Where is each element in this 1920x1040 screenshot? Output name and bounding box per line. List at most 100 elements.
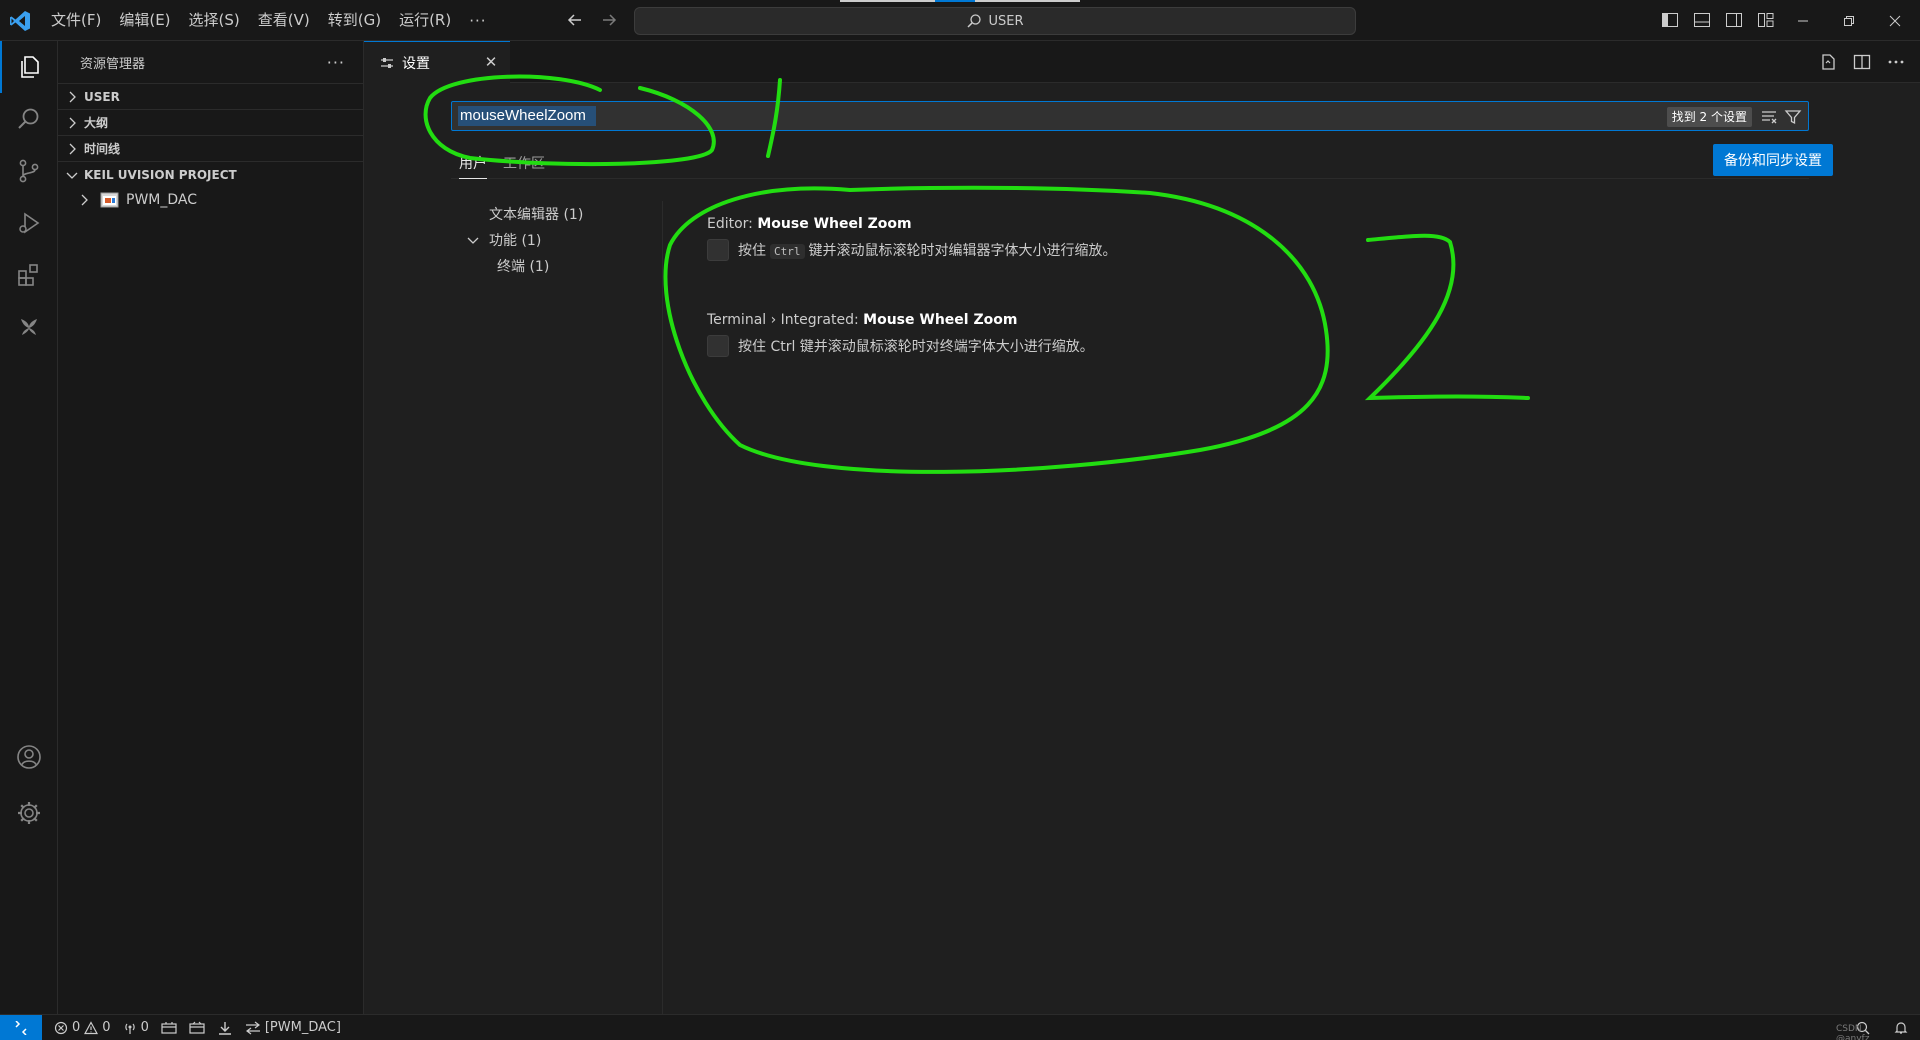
terminal-mouse-wheel-zoom-checkbox[interactable] [707,335,729,357]
tree-item-pwm-dac[interactable]: PWM_DAC [58,187,363,213]
project-target-switch[interactable]: [PWM_DAC] [245,1020,341,1035]
tab-settings-label: 设置 [402,55,430,72]
project-target-label: [PWM_DAC] [264,1020,341,1035]
editor-area: 设置 ✕ 找到 2 个设置 用户 工作区 备份和同步设置 文本编辑器 (1) 功… [364,41,1920,1014]
manage-gear-icon[interactable] [0,787,58,839]
setting-description: 按住 Ctrl 键并滚动鼠标滚轮时对终端字体大小进行缩放。 [738,339,1094,355]
toggle-secondary-sidebar-icon[interactable] [1724,10,1744,30]
ports-status[interactable]: 0 [123,1020,149,1035]
title-progress-indicator [840,0,1080,2]
editor-mouse-wheel-zoom-checkbox[interactable] [707,239,729,261]
tree-item-label: PWM_DAC [126,192,198,208]
more-actions-icon[interactable] [1886,52,1906,72]
setting-title: Editor: Mouse Wheel Zoom [707,213,1117,235]
menu-more-icon[interactable]: ··· [460,12,495,30]
setting-name: Mouse Wheel Zoom [757,216,912,232]
tab-user-scope[interactable]: 用户 [459,153,487,179]
tab-settings[interactable]: 设置 ✕ [364,41,510,83]
setting-title: Terminal › Integrated: Mouse Wheel Zoom [707,309,1094,331]
status-bar: 0 0 0 [PWM_DAC] CSDN @anyfz [0,1014,1920,1040]
extensions-icon[interactable] [0,249,58,301]
ports-count: 0 [140,1020,149,1035]
remote-indicator-icon[interactable] [0,1014,42,1040]
toc-features[interactable]: 功能 (1) [451,227,662,253]
setting-name: Mouse Wheel Zoom [863,312,1018,328]
vscode-logo-icon [10,11,30,31]
sidebar-more-icon[interactable]: ··· [327,53,345,72]
run-debug-icon[interactable] [0,197,58,249]
warning-icon [84,1020,99,1034]
search-icon [967,14,982,28]
split-editor-icon[interactable] [1852,52,1872,72]
keil-build-button[interactable] [161,1021,177,1035]
menu-go[interactable]: 转到(G) [319,0,390,41]
notifications-bell-icon[interactable] [1882,1015,1920,1040]
settings-sliders-icon [381,57,393,68]
section-user[interactable]: USER [58,83,363,109]
close-window-icon[interactable] [1872,0,1918,41]
setting-editor-mouse-wheel-zoom: Editor: Mouse Wheel Zoom 按住 Ctrl 键并滚动鼠标滚轮时… [707,213,1117,261]
menu-run[interactable]: 运行(R) [390,0,460,41]
setting-category: Editor: [707,216,758,232]
stm32-extension-icon[interactable] [0,301,58,353]
account-icon[interactable] [0,731,58,783]
section-keil-project-label: KEIL UVISION PROJECT [84,167,237,182]
toggle-primary-sidebar-icon[interactable] [1660,10,1680,30]
switch-arrows-icon [245,1021,260,1034]
settings-search-input[interactable] [458,106,596,126]
toc-text-editor[interactable]: 文本编辑器 (1) [451,201,662,227]
broadcast-icon [124,1023,135,1034]
section-user-label: USER [84,89,120,104]
command-center-search[interactable]: USER [634,7,1356,35]
toc-terminal[interactable]: 终端 (1) [451,253,662,279]
minimize-icon[interactable] [1780,0,1826,41]
keil-rebuild-button[interactable] [189,1021,205,1035]
chevron-right-icon [69,91,76,102]
chevron-down-icon [467,237,479,244]
section-timeline[interactable]: 时间线 [58,135,363,161]
problems-status[interactable]: 0 0 [54,1020,111,1035]
section-outline[interactable]: 大纲 [58,109,363,135]
menu-file[interactable]: 文件(F) [42,0,110,41]
error-icon [54,1021,68,1034]
activity-bar [0,41,58,1014]
keil-download-button[interactable] [217,1021,233,1035]
filter-icon[interactable] [1784,108,1802,126]
settings-toc: 文本编辑器 (1) 功能 (1) 终端 (1) [451,201,663,1014]
close-tab-icon[interactable]: ✕ [482,53,500,71]
menu-edit[interactable]: 编辑(E) [110,0,179,41]
keil-project-icon [100,192,119,208]
tab-workspace-scope[interactable]: 工作区 [503,153,545,173]
watermark-text: CSDN @anyfz [1836,1024,1870,1040]
customize-layout-icon[interactable] [1756,10,1776,30]
toggle-panel-icon[interactable] [1692,10,1712,30]
explorer-sidebar: 资源管理器 ··· USER 大纲 时间线 KEIL UVISION PROJE… [58,41,364,1014]
setting-terminal-mouse-wheel-zoom: Terminal › Integrated: Mouse Wheel Zoom … [707,309,1094,357]
ctrl-key-code: Ctrl [770,244,805,259]
chevron-right-icon [81,194,88,206]
back-arrow-icon[interactable] [565,10,585,30]
warning-count: 0 [102,1020,111,1035]
backup-sync-button[interactable]: 备份和同步设置 [1713,144,1833,176]
desc-part: 按住 [738,243,766,259]
settings-search-box[interactable]: 找到 2 个设置 [451,101,1809,131]
section-timeline-label: 时间线 [84,142,121,156]
command-center-label: USER [988,13,1024,29]
search-view-icon[interactable] [0,93,58,145]
scope-tabs: 用户 工作区 [451,151,1809,179]
section-outline-label: 大纲 [84,116,109,130]
menu-selection[interactable]: 选择(S) [180,0,249,41]
menu-view[interactable]: 查看(V) [249,0,319,41]
source-control-icon[interactable] [0,145,58,197]
explorer-icon[interactable] [0,41,58,93]
open-settings-json-icon[interactable] [1818,52,1838,72]
clear-filter-icon[interactable] [1760,108,1778,126]
restore-icon[interactable] [1826,0,1872,41]
desc-part: 键并滚动鼠标滚轮时对编辑器字体大小进行缩放。 [808,243,1117,259]
menu-bar: 文件(F) 编辑(E) 选择(S) 查看(V) 转到(G) 运行(R) ··· [42,0,496,41]
forward-arrow-icon[interactable] [599,10,619,30]
section-keil-project[interactable]: KEIL UVISION PROJECT [58,161,363,187]
title-bar: 文件(F) 编辑(E) 选择(S) 查看(V) 转到(G) 运行(R) ··· … [0,0,1920,41]
sidebar-title: 资源管理器 [80,56,146,72]
chevron-down-icon [66,172,78,179]
